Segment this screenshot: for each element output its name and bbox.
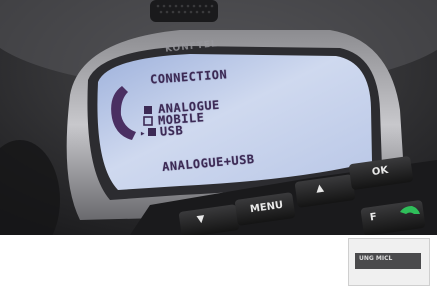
thumbnail[interactable]: UNG MICL (348, 238, 430, 286)
lcd-option-usb: USB (159, 123, 184, 139)
ok-key-label: OK (371, 164, 389, 179)
lcd-selection-marker: ▸ (140, 129, 146, 139)
f-key-label: F (369, 211, 378, 224)
up-key-label: ▲ (315, 182, 325, 195)
phone-photo: KONFTEL CONNECTION ANALOGUE MOBILE USB ▸… (0, 0, 437, 235)
down-key-label: ▼ (196, 213, 206, 226)
phone-body-illustration (0, 0, 437, 235)
thumbnail-label: UNG MICL (359, 255, 393, 262)
